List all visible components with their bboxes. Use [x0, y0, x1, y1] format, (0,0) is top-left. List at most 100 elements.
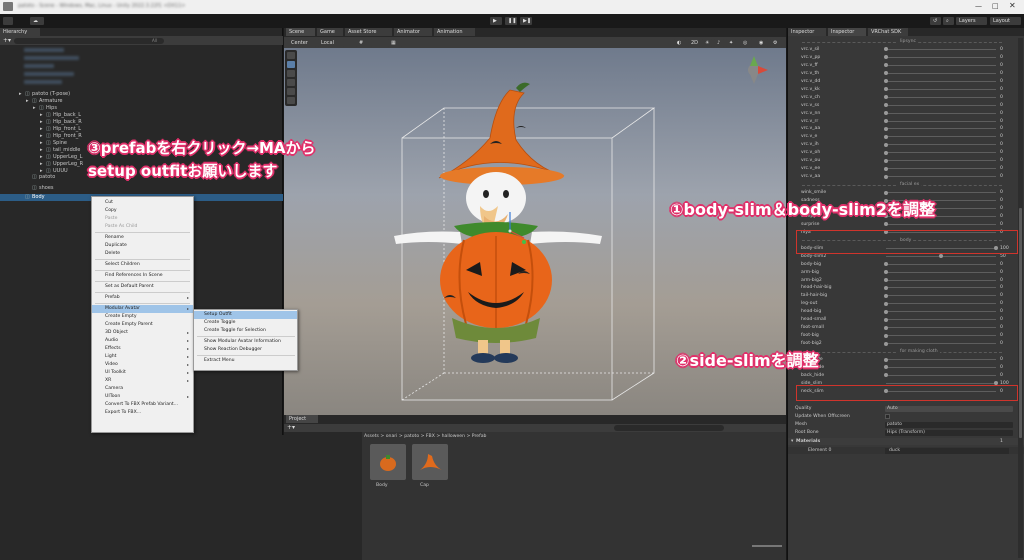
blendshape-row[interactable]: hips_hide 0: [788, 356, 1018, 363]
close-icon[interactable]: ✕: [1009, 1, 1016, 10]
blendshape-slider-knob[interactable]: [884, 134, 888, 139]
menu-item[interactable]: Convert To FBX Prefab Variant...: [92, 401, 193, 409]
snap-icon[interactable]: ▦: [388, 38, 402, 47]
blendshape-value[interactable]: 0: [1000, 316, 1003, 323]
blendshape-slider-track[interactable]: [886, 359, 996, 360]
blendshape-row[interactable]: vrc.v_kk 0: [788, 86, 1018, 93]
blendshape-row[interactable]: tail-hair-big 0: [788, 292, 1018, 299]
blendshape-row[interactable]: vrc.v_sil 0: [788, 46, 1018, 53]
scale-tool-icon[interactable]: [287, 79, 295, 86]
blendshape-slider-knob[interactable]: [884, 357, 888, 362]
blendshape-slider-track[interactable]: [886, 160, 996, 162]
blendshape-slider-track[interactable]: [886, 303, 996, 305]
play-button[interactable]: ▶: [490, 17, 502, 25]
blendshape-slider-track[interactable]: [886, 327, 996, 329]
blendshape-slider-knob[interactable]: [884, 293, 888, 298]
scene-settings-icon[interactable]: ⚙: [770, 38, 782, 47]
blendshape-slider-knob[interactable]: [884, 103, 888, 108]
tab-animation[interactable]: Animation: [434, 28, 475, 36]
blendshape-value[interactable]: 0: [1000, 78, 1003, 85]
blendshape-slider-track[interactable]: [886, 374, 996, 376]
blendshape-slider-track[interactable]: [886, 136, 996, 138]
blendshape-slider-track[interactable]: [886, 144, 996, 146]
blendshape-row[interactable]: vrc.v_nn 0: [788, 110, 1018, 117]
menu-item[interactable]: Duplicate: [92, 242, 193, 250]
project-breadcrumb[interactable]: Assets > onari > patoto > FBX > hallowee…: [364, 434, 486, 439]
blendshape-row[interactable]: head-small 0: [788, 316, 1018, 323]
blendshape-slider-track[interactable]: [886, 72, 996, 74]
effects-icon[interactable]: ✦: [726, 38, 736, 47]
blendshape-value[interactable]: 0: [1000, 284, 1003, 291]
hierarchy-row[interactable]: ▸ ◫ Hip_front_L: [0, 126, 283, 133]
blendshape-row[interactable]: vrc.v_oh 0: [788, 149, 1018, 156]
blendshape-slider-knob[interactable]: [884, 150, 888, 155]
update-offscreen-checkbox[interactable]: [885, 414, 890, 419]
submenu-item[interactable]: Setup Outfit: [194, 311, 297, 319]
rect-tool-icon[interactable]: [287, 88, 295, 95]
blendshape-slider-knob[interactable]: [939, 254, 943, 259]
materials-header[interactable]: ▾ Materials 1: [788, 438, 1024, 445]
move-tool-icon[interactable]: [287, 61, 295, 68]
blendshape-slider-knob[interactable]: [884, 190, 888, 195]
menu-item[interactable]: UI Toolkit ▸: [92, 369, 193, 377]
camera-icon[interactable]: ◉: [756, 38, 768, 47]
blendshape-slider-knob[interactable]: [884, 166, 888, 171]
blendshape-slider-knob[interactable]: [884, 142, 888, 147]
hierarchy-row[interactable]: ◫ shoes: [0, 185, 283, 192]
blendshape-value[interactable]: 0: [1000, 118, 1003, 125]
maximize-icon[interactable]: □: [992, 2, 999, 10]
blendshape-row[interactable]: vrc.v_ff 0: [788, 62, 1018, 69]
blendshape-row[interactable]: vrc.v_ih 0: [788, 141, 1018, 148]
account-icon[interactable]: [3, 17, 13, 25]
blendshape-value[interactable]: 0: [1000, 102, 1003, 109]
menu-item[interactable]: Prefab ▸: [92, 294, 193, 302]
menu-item[interactable]: Create Empty Parent: [92, 321, 193, 329]
tab-project[interactable]: Project: [286, 415, 318, 423]
hierarchy-row[interactable]: ▸ ◫ Armature: [0, 98, 283, 105]
blendshape-slider-track[interactable]: [886, 263, 996, 265]
tab-game[interactable]: Game: [317, 28, 343, 36]
blendshape-value[interactable]: 0: [1000, 70, 1003, 77]
blendshape-slider-track[interactable]: [886, 104, 996, 106]
blendshape-value[interactable]: 0: [1000, 141, 1003, 148]
blendshape-value[interactable]: 0: [1000, 46, 1003, 53]
blendshape-row[interactable]: vrc.v_ou 0: [788, 157, 1018, 164]
blendshape-slider-knob[interactable]: [884, 325, 888, 330]
blendshape-row[interactable]: vrc.v_pp 0: [788, 54, 1018, 61]
blendshape-row[interactable]: front_hide 0: [788, 364, 1018, 371]
blendshape-row[interactable]: vrc.v_th 0: [788, 70, 1018, 77]
blendshape-row[interactable]: foot-big2 0: [788, 340, 1018, 347]
step-button[interactable]: ▶❚: [520, 17, 532, 25]
menu-item[interactable]: Rename: [92, 234, 193, 242]
menu-item[interactable]: Create Empty: [92, 313, 193, 321]
tab-animator[interactable]: Animator: [394, 28, 432, 36]
blendshape-slider-knob[interactable]: [884, 222, 888, 227]
blendshape-slider-knob[interactable]: [884, 158, 888, 163]
submenu-item[interactable]: Show Modular Avatar Information: [194, 338, 297, 346]
expand-arrow-icon[interactable]: ▸: [40, 112, 43, 119]
blendshape-row[interactable]: leg-out 0: [788, 300, 1018, 307]
menu-item[interactable]: Select Children: [92, 261, 193, 269]
blendshape-slider-track[interactable]: [886, 279, 996, 281]
blendshape-slider-track[interactable]: [886, 152, 996, 154]
blendshape-slider-track[interactable]: [886, 295, 996, 297]
scrollbar-thumb[interactable]: [1019, 208, 1022, 438]
blendshape-slider-knob[interactable]: [884, 126, 888, 131]
blendshape-value[interactable]: 0: [1000, 292, 1003, 299]
menu-item[interactable]: 3D Object ▸: [92, 329, 193, 337]
blendshape-value[interactable]: 0: [1000, 300, 1003, 307]
layers-dropdown[interactable]: Layers: [956, 17, 987, 25]
blendshape-slider-knob[interactable]: [884, 87, 888, 92]
blendshape-value[interactable]: 0: [1000, 277, 1003, 284]
blendshape-slider-track[interactable]: [886, 56, 996, 58]
blendshape-value[interactable]: 0: [1000, 308, 1003, 315]
blendshape-slider-track[interactable]: [886, 192, 996, 194]
submenu-item[interactable]: Extract Menu: [194, 357, 297, 365]
hierarchy-tab[interactable]: Hierarchy: [0, 28, 40, 36]
tab-inspector-2[interactable]: Inspector: [828, 28, 866, 36]
blendshape-row[interactable]: vrc.v_ee 0: [788, 165, 1018, 172]
rotate-tool-icon[interactable]: [287, 70, 295, 77]
blendshape-slider-track[interactable]: [886, 382, 996, 384]
blendshape-slider-knob[interactable]: [884, 71, 888, 76]
blendshape-slider-knob[interactable]: [884, 47, 888, 52]
